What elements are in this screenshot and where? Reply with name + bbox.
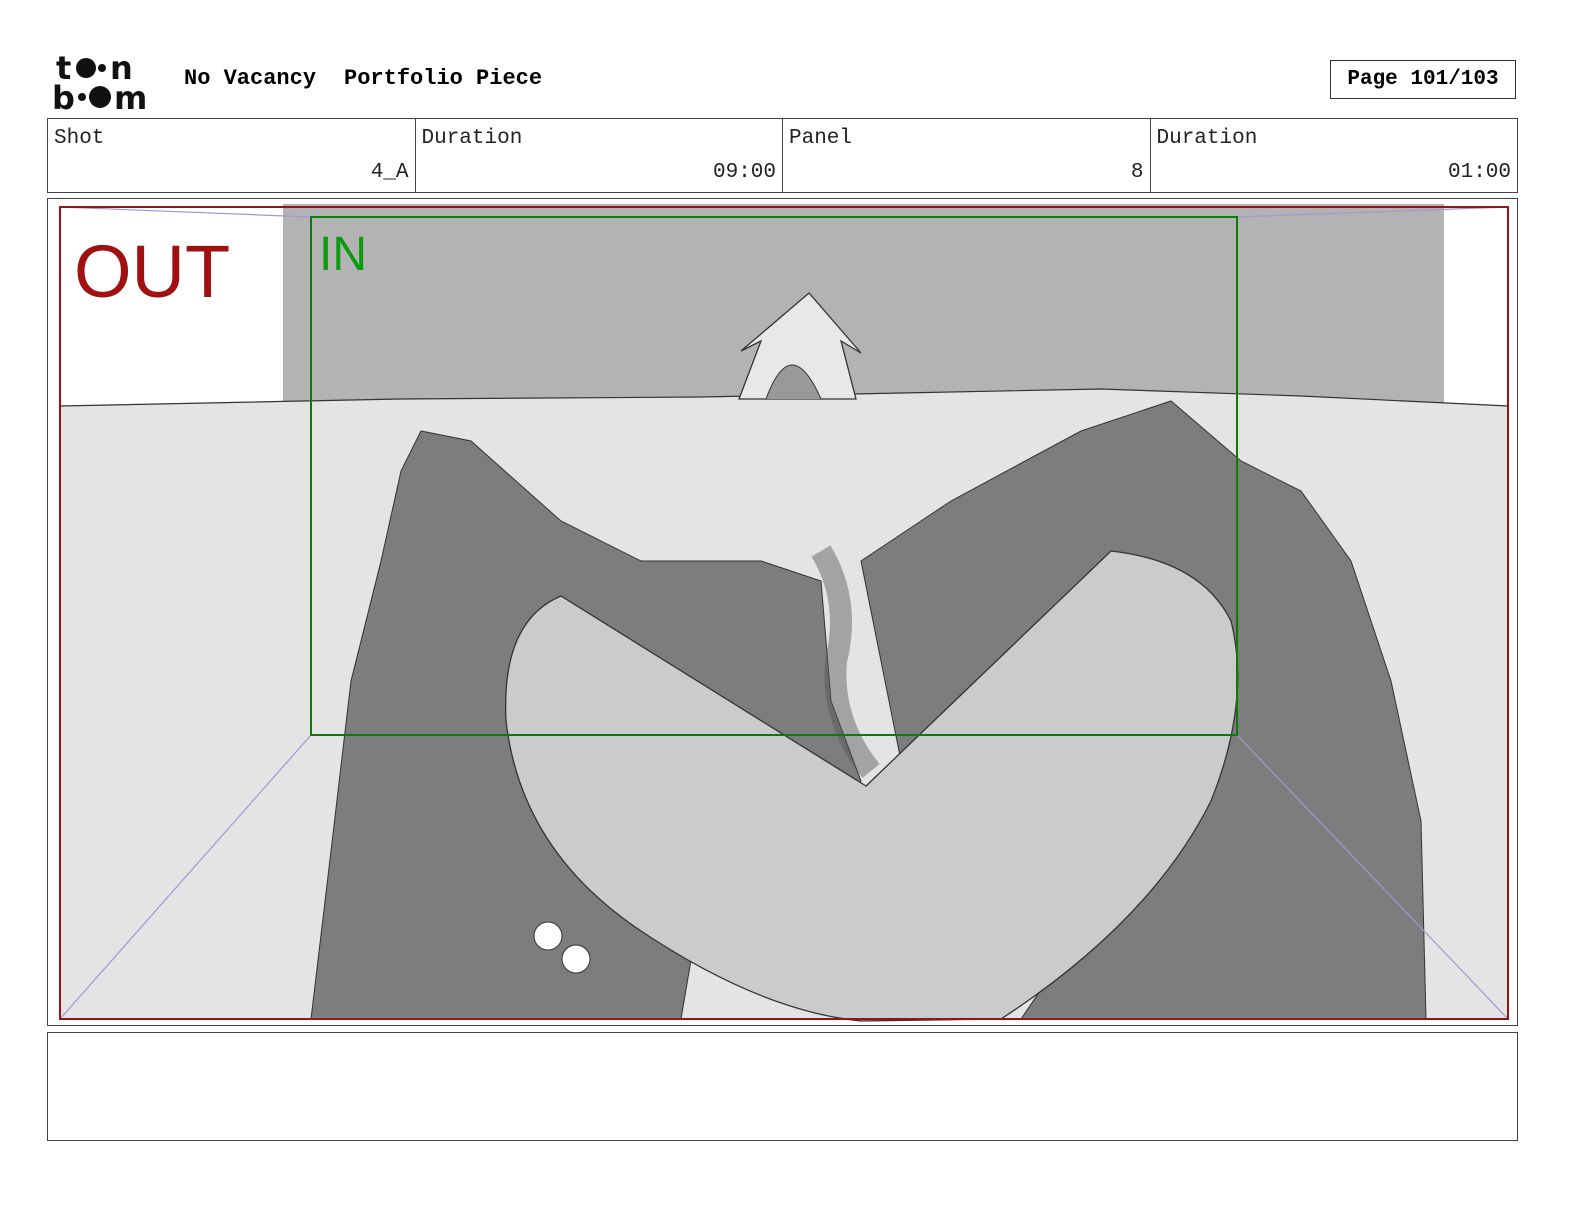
page-number: Page 101/103	[1330, 60, 1516, 99]
shot-cell: Shot 4_A	[48, 119, 416, 192]
panel-duration-value: 01:00	[1447, 161, 1511, 184]
shot-duration-label: Duration	[421, 127, 523, 150]
shot-label: Shot	[54, 127, 105, 150]
out-frame-label: OUT	[74, 230, 231, 313]
panel-label: Panel	[789, 127, 853, 150]
sky-background	[283, 204, 1444, 404]
svg-text:b: b	[52, 79, 75, 112]
project-name: No Vacancy	[184, 66, 317, 91]
panel-cell: Panel 8	[783, 119, 1151, 192]
shot-duration-value: 09:00	[712, 161, 776, 184]
panel-value: 8	[1130, 161, 1144, 184]
shot-info-table: Shot 4_A Duration 09:00 Panel 8 Duration 01:…	[47, 118, 1518, 193]
panel-drawing	[48, 199, 1517, 1025]
panel-duration-label: Duration	[1156, 127, 1258, 150]
panel-duration-cell: Duration 01:00	[1151, 119, 1518, 192]
shot-duration-cell: Duration 09:00	[416, 119, 783, 192]
shot-value: 4_A	[370, 161, 409, 184]
svg-text:m: m	[114, 79, 147, 112]
eye-right	[561, 944, 591, 974]
project-subtitle: Portfolio Piece	[344, 66, 543, 91]
document-title: No Vacancy Portfolio Piece	[184, 66, 570, 91]
storyboard-panel: OUT IN	[47, 198, 1518, 1026]
toon-boom-logo: t n b m	[52, 52, 147, 112]
eye-left	[533, 921, 563, 951]
notes-box	[47, 1032, 1518, 1141]
in-frame-label: IN	[319, 228, 367, 281]
